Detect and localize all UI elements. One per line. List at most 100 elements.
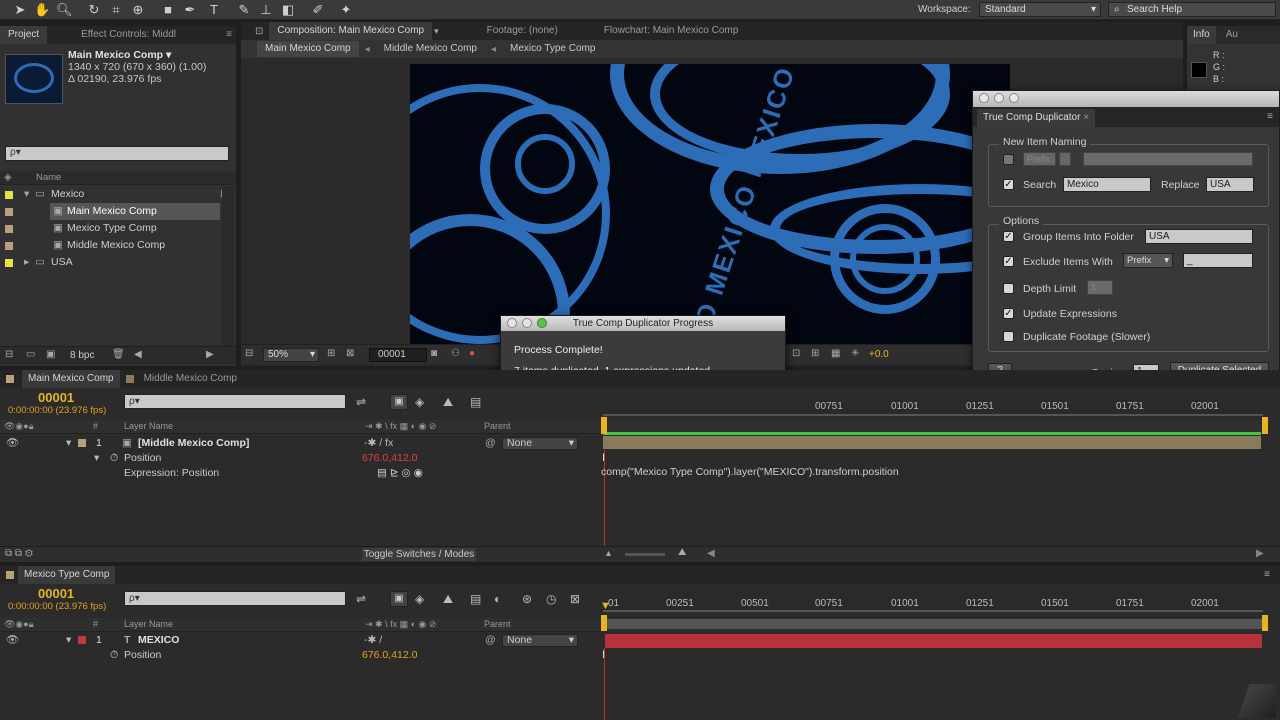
motion-blur-icon[interactable]: ◐ xyxy=(494,592,501,606)
exposure-value[interactable]: +0.0 xyxy=(869,349,889,360)
pen-tool-icon[interactable]: ✒ xyxy=(182,2,198,18)
work-area-end-handle[interactable] xyxy=(1262,417,1268,434)
draft-3d-icon[interactable]: ◈ xyxy=(415,592,424,606)
zoom-icon[interactable] xyxy=(537,318,547,328)
layer-switches[interactable]: -✱ / xyxy=(364,633,382,648)
frame-blending-icon[interactable]: ▤ xyxy=(470,592,481,606)
layer-name[interactable]: [Middle Mexico Comp] xyxy=(138,436,249,451)
live-update-icon[interactable]: ▣ xyxy=(390,394,408,410)
timeline-type-ruler[interactable]: 01 00251 00501 00751 01001 01251 01501 0… xyxy=(603,588,1263,612)
toggle-pane-icon[interactable]: ⧉ ⧉ ⚙ xyxy=(5,548,33,559)
timeline-main-search[interactable]: ρ▾ xyxy=(124,394,346,409)
stopwatch-icon[interactable]: ⏱︎ xyxy=(110,451,118,466)
hide-shy-layers-icon[interactable]: ⛰ xyxy=(443,395,453,410)
project-item-mexico-type-comp[interactable]: ▣ Mexico Type Comp xyxy=(0,220,220,237)
zoom-out-icon[interactable]: ▴ xyxy=(606,548,611,559)
parent-column-header[interactable]: Parent xyxy=(484,619,511,629)
search-field[interactable]: Mexico xyxy=(1063,177,1151,192)
workspace-dropdown[interactable]: Standard ▾ xyxy=(979,2,1101,17)
parent-dropdown[interactable]: None ▾ xyxy=(502,634,578,647)
hide-shy-layers-icon[interactable]: ⛰ xyxy=(443,592,453,607)
region-of-interest-icon[interactable]: ⊠ xyxy=(346,348,354,359)
toggle-pixel-aspect-icon[interactable]: ⊡ xyxy=(792,348,800,359)
close-tab-icon[interactable]: × xyxy=(1083,112,1089,123)
position-value[interactable]: 676.0,412.0 xyxy=(362,648,417,663)
lock-icon[interactable]: ⊡ xyxy=(255,26,263,37)
parent-pickwhip-icon[interactable]: @ xyxy=(485,436,496,451)
layer-duration-bar[interactable] xyxy=(605,634,1262,648)
scroll-left-icon[interactable]: ◀ xyxy=(707,548,715,559)
project-item-usa-folder[interactable]: ▸ ▭ USA xyxy=(0,254,220,271)
camera-tool-icon[interactable]: ⌗ xyxy=(108,2,124,18)
puppet-tool-icon[interactable]: ✦ xyxy=(338,2,354,18)
duplicator-titlebar[interactable] xyxy=(973,91,1279,107)
layer-switches[interactable]: -✱ / fx xyxy=(364,436,393,451)
position-value[interactable]: 676.0,412.0 xyxy=(362,451,417,466)
tab-footage[interactable]: Footage: (none) xyxy=(479,22,566,40)
frame-blending-icon[interactable]: ▤ xyxy=(470,395,481,409)
zoom-tool-icon[interactable]: 🔍︎ xyxy=(56,2,73,18)
work-area-start-handle[interactable] xyxy=(601,615,607,631)
expand-triangle-icon[interactable]: ▾ xyxy=(66,633,71,648)
breadcrumb-middle-mexico-comp[interactable]: Middle Mexico Comp xyxy=(376,40,485,58)
safe-zones-icon[interactable]: ⊞ xyxy=(327,348,335,359)
tab-audio[interactable]: Au xyxy=(1216,26,1248,44)
exclude-value-field[interactable]: _ xyxy=(1183,253,1253,268)
panel-menu-icon[interactable]: ≡ xyxy=(226,29,232,40)
eraser-tool-icon[interactable]: ◧ xyxy=(280,2,296,18)
live-update-icon[interactable]: ▣ xyxy=(390,591,408,607)
current-time-marker-icon[interactable]: ▼ xyxy=(600,600,611,612)
search-checkbox[interactable]: ✓ xyxy=(1003,179,1014,190)
tab-true-comp-duplicator[interactable]: True Comp Duplicator × xyxy=(977,109,1096,127)
stopwatch-icon[interactable]: ⏱︎ xyxy=(110,648,118,663)
prefix-checkbox[interactable] xyxy=(1003,154,1014,165)
scroll-right-icon[interactable]: ▶ xyxy=(206,349,214,360)
project-scrollbar[interactable] xyxy=(222,186,234,346)
comp-mini-flowchart-icon[interactable]: ⇌ xyxy=(356,592,366,606)
draft-3d-icon[interactable]: ◈ xyxy=(415,395,424,409)
selection-tool-icon[interactable]: ➤ xyxy=(12,2,28,18)
new-comp-icon[interactable]: ▣ xyxy=(46,349,55,360)
timeline-main-position-row[interactable]: ▾ ⏱︎ Position 676.0,412.0 xyxy=(0,451,600,466)
timeline-type-timecode[interactable]: 00001 xyxy=(38,586,74,601)
exclude-items-checkbox[interactable]: ✓ xyxy=(1003,256,1014,267)
timeline-type-layer-row[interactable]: 👁︎ ▾ 1 T MEXICO -✱ / @ None ▾ xyxy=(0,633,600,648)
depth-limit-checkbox[interactable] xyxy=(1003,283,1014,294)
timeline-type-position-row[interactable]: ⏱︎ Position 676.0,412.0 xyxy=(0,648,600,663)
timeline-main-layer-row[interactable]: 👁︎ ▾ 1 ▣ [Middle Mexico Comp] -✱ / fx @ … xyxy=(0,436,600,451)
timeline-type-search[interactable]: ρ▾ xyxy=(124,591,346,606)
prefix-dropdown[interactable]: Prefix xyxy=(1023,152,1056,166)
visibility-icon[interactable]: 👁︎ xyxy=(6,633,19,648)
project-item-middle-mexico-comp[interactable]: ▣ Middle Mexico Comp xyxy=(0,237,220,254)
work-area-bar[interactable] xyxy=(603,432,1261,435)
layer-duration-bar[interactable] xyxy=(603,436,1261,449)
interpret-footage-icon[interactable]: ⊟ xyxy=(5,349,13,360)
search-help-input[interactable]: ⌕ Search Help xyxy=(1108,2,1276,17)
graph-editor-icon[interactable]: ⊠ xyxy=(570,592,580,606)
viewer-timecode[interactable]: 00001 xyxy=(369,348,427,362)
new-folder-icon[interactable]: ▭ xyxy=(26,349,35,360)
close-icon[interactable] xyxy=(507,318,517,328)
scroll-left-icon[interactable]: ◀ xyxy=(134,349,142,360)
brainstorm-icon[interactable]: ⊛ xyxy=(522,592,532,606)
visibility-icon[interactable]: 👁︎ xyxy=(6,436,19,451)
tab-effect-controls[interactable]: Effect Controls: Middl xyxy=(73,26,184,44)
roto-brush-tool-icon[interactable]: ✐ xyxy=(310,2,326,18)
expression-text[interactable]: comp("Mexico Type Comp").layer("MEXICO")… xyxy=(601,466,899,478)
tab-flowchart[interactable]: Flowchart: Main Mexico Comp xyxy=(596,22,746,40)
timeline-main-ruler[interactable]: 00751 01001 01251 01501 01751 02001 xyxy=(603,392,1263,416)
scroll-right-icon[interactable]: ▶ xyxy=(1256,548,1264,559)
always-preview-icon[interactable]: ⊟ xyxy=(245,348,253,359)
depth-limit-field[interactable]: 1 xyxy=(1087,280,1113,295)
toggle-switches-modes-button[interactable]: Toggle Switches / Modes xyxy=(362,548,476,561)
shape-tool-icon[interactable]: ■ xyxy=(160,2,176,18)
project-search-input[interactable]: ρ▾ xyxy=(5,146,229,161)
snapshot-icon[interactable]: ◙ xyxy=(431,348,437,359)
parent-column-header[interactable]: Parent xyxy=(484,421,511,431)
auto-keyframe-icon[interactable]: ◷ xyxy=(546,592,556,606)
expand-triangle-icon[interactable]: ▾ xyxy=(94,451,99,466)
expand-triangle-icon[interactable]: ▾ xyxy=(24,186,29,203)
parent-pickwhip-icon[interactable]: @ xyxy=(485,633,496,648)
expand-triangle-icon[interactable]: ▸ xyxy=(24,254,29,271)
panel-menu-icon[interactable]: ≡ xyxy=(1267,111,1273,122)
